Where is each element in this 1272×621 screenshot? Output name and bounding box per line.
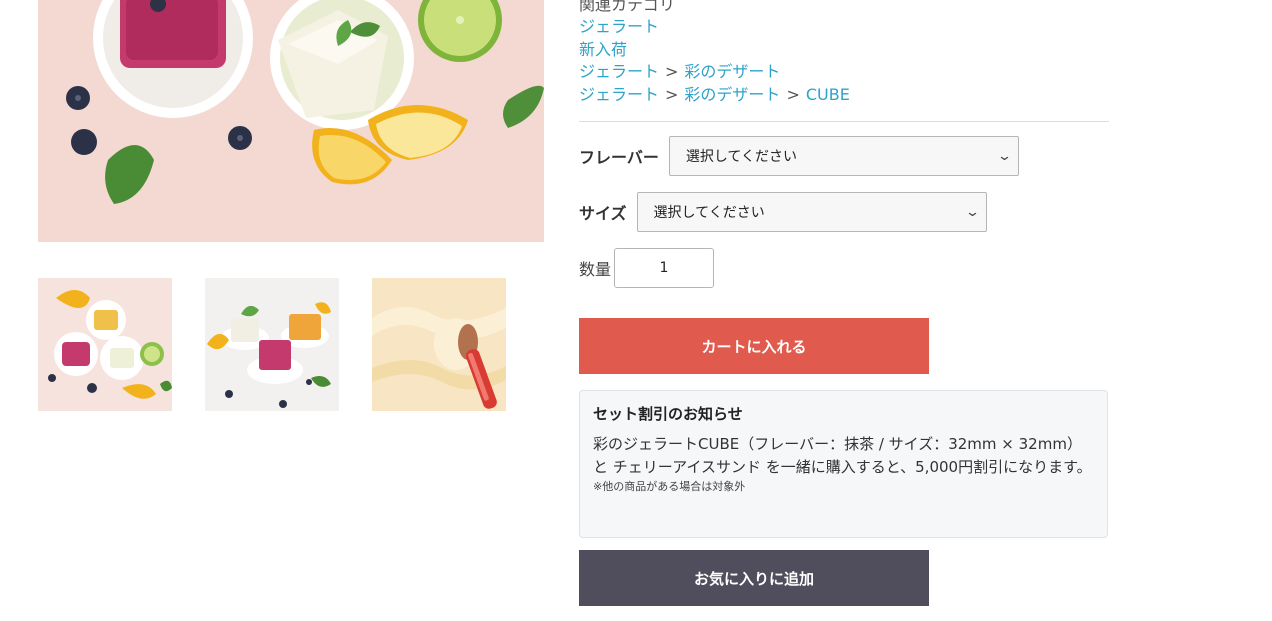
chevron-down-icon: ⌄ (964, 204, 980, 220)
category-path-1: ジェラート (579, 16, 659, 38)
category-path-3: ジェラート > 彩のデザート (579, 61, 780, 83)
category-link-irodori-dessert[interactable]: 彩のデザート (684, 85, 780, 104)
thumbnail-3[interactable] (372, 278, 506, 411)
breadcrumb-separator: > (665, 62, 679, 81)
notice-title: セット割引のお知らせ (593, 405, 743, 423)
notice-note: ※他の商品がある場合は対象外 (593, 480, 746, 493)
set-discount-notice: セット割引のお知らせ 彩のジェラートCUBE（フレーバー：抹茶 / サイズ：32… (579, 390, 1108, 538)
size-option: サイズ 選択してください ⌄ (579, 192, 987, 232)
flavor-option: フレーバー 選択してください ⌄ (579, 136, 1019, 176)
category-link-gelato[interactable]: ジェラート (579, 62, 659, 81)
size-selected-value: 選択してください (653, 205, 765, 221)
category-link-gelato[interactable]: ジェラート (579, 85, 659, 104)
chevron-down-icon: ⌄ (996, 148, 1013, 164)
size-select[interactable]: 選択してください ⌄ (636, 192, 987, 232)
flavor-selected-value: 選択してください (685, 149, 798, 165)
thumbnail-2[interactable] (205, 278, 339, 411)
main-product-image (38, 0, 544, 242)
notice-body: 彩のジェラートCUBE（フレーバー：抹茶 / サイズ：32mm × 32mm） … (593, 435, 1092, 476)
add-to-cart-button[interactable]: カートに入れる (579, 318, 929, 374)
section-divider (579, 121, 1109, 122)
category-path-2: 新入荷 (579, 39, 627, 61)
quantity-input[interactable] (614, 248, 715, 288)
flavor-label: フレーバー (579, 148, 659, 167)
category-link-new-arrivals[interactable]: 新入荷 (579, 40, 627, 59)
category-path-4: ジェラート > 彩のデザート > CUBE (579, 84, 850, 106)
breadcrumb-separator: > (786, 85, 800, 104)
thumbnail-1[interactable] (38, 278, 172, 411)
breadcrumb-separator: > (665, 85, 679, 104)
category-link-irodori-dessert[interactable]: 彩のデザート (684, 62, 780, 81)
category-link-cube[interactable]: CUBE (806, 85, 850, 104)
flavor-select[interactable]: 選択してください ⌄ (668, 136, 1019, 176)
add-to-favorites-button[interactable]: お気に入りに追加 (579, 550, 929, 606)
related-category-heading: 関連カテゴリ (579, 0, 676, 14)
category-link-gelato[interactable]: ジェラート (579, 17, 659, 36)
size-label: サイズ (579, 204, 627, 223)
quantity-label: 数量 (579, 260, 612, 279)
quantity-row: 数量 (579, 248, 715, 288)
